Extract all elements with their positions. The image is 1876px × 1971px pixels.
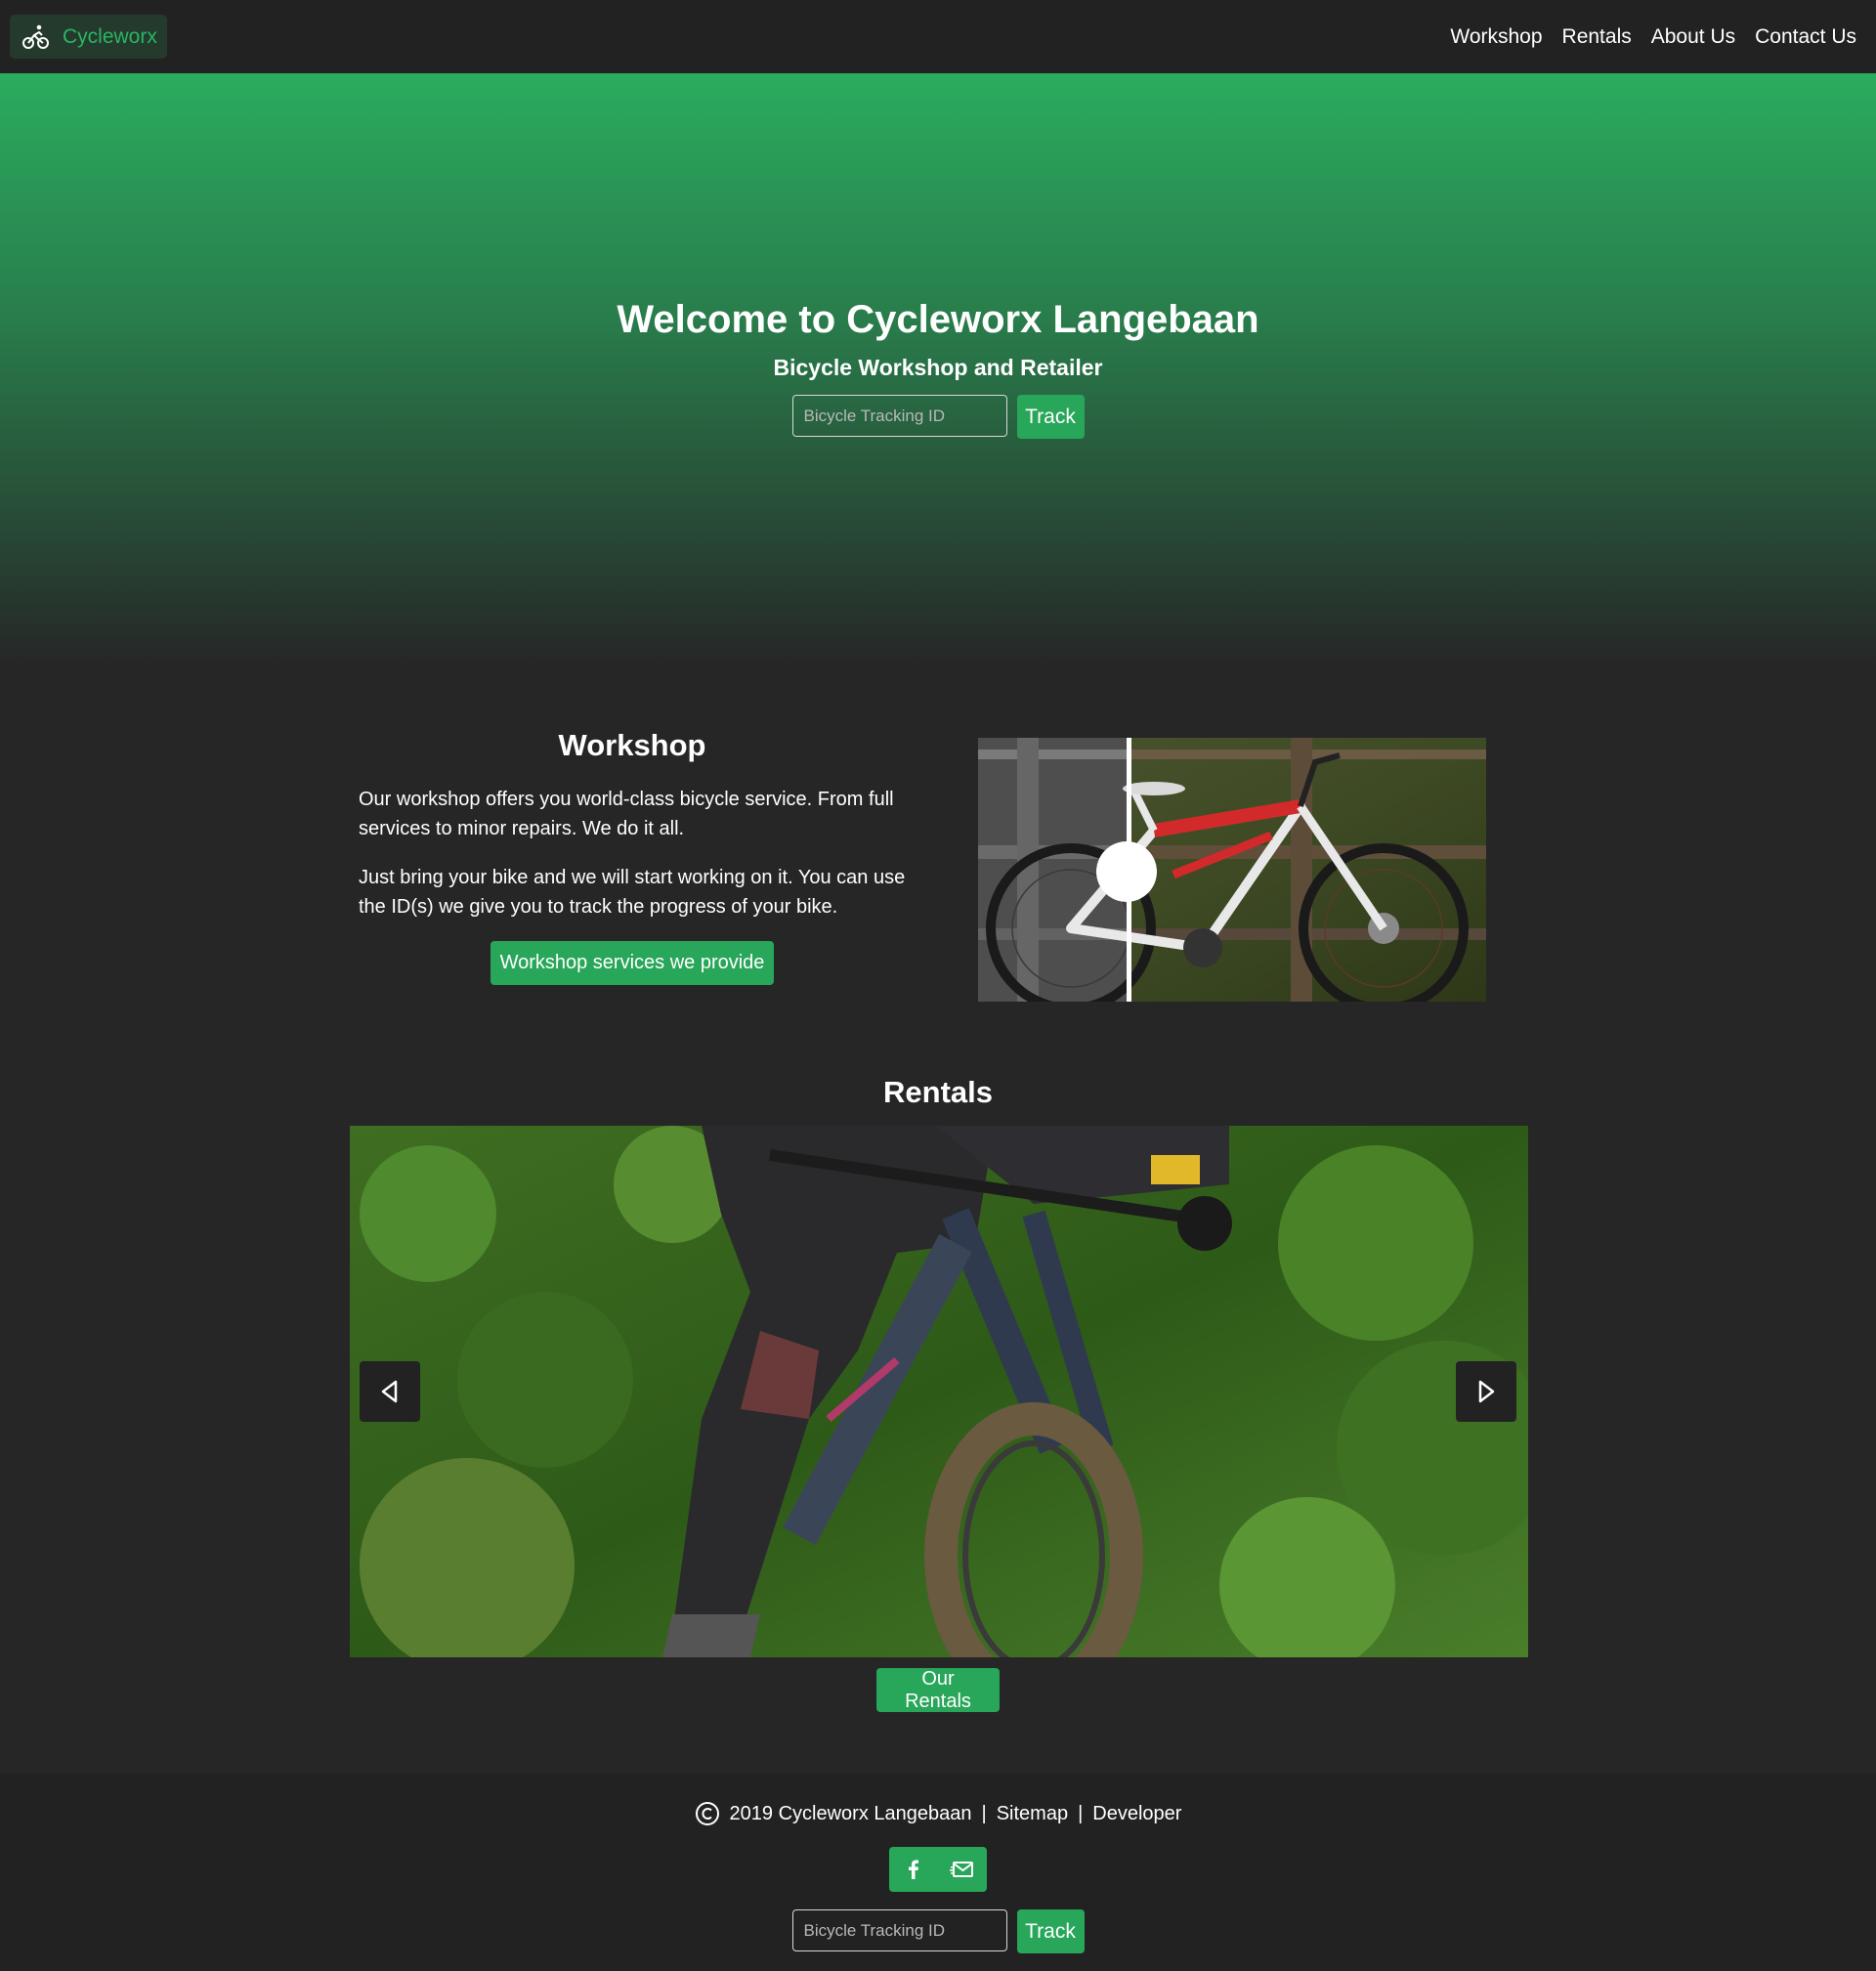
- sitemap-link[interactable]: Sitemap: [997, 1803, 1068, 1825]
- hero-track-button[interactable]: Track: [1016, 395, 1085, 439]
- our-rentals-button[interactable]: Our Rentals: [876, 1668, 1000, 1712]
- footer-tracking-form: Track: [0, 1909, 1876, 1953]
- nav-link-rentals[interactable]: Rentals: [1562, 25, 1632, 49]
- bicycle-photo: [978, 738, 1486, 1002]
- carousel-next-button[interactable]: [1456, 1361, 1516, 1422]
- footer: 2019 Cycleworx Langebaan | Sitemap | Dev…: [0, 1774, 1876, 1971]
- before-after-image-compare[interactable]: [978, 738, 1486, 1002]
- hero-section: Welcome to Cycleworx Langebaan Bicycle W…: [0, 73, 1876, 669]
- workshop-section: Workshop Our workshop offers you world-c…: [359, 728, 906, 985]
- facebook-icon[interactable]: [901, 1857, 926, 1882]
- hero-subtitle: Bicycle Workshop and Retailer: [773, 355, 1103, 380]
- hero-title: Welcome to Cycleworx Langebaan: [617, 298, 1259, 341]
- footer-track-button[interactable]: Track: [1016, 1909, 1085, 1953]
- compare-slider-handle[interactable]: [1096, 841, 1157, 902]
- social-links: [889, 1847, 987, 1892]
- workshop-services-button[interactable]: Workshop services we provide: [490, 941, 775, 985]
- nav-links: Workshop Rentals About Us Contact Us: [1450, 25, 1856, 49]
- footer-separator: |: [981, 1802, 987, 1824]
- workshop-paragraph-2: Just bring your bike and we will start w…: [359, 867, 906, 918]
- bicycle-icon: [22, 24, 49, 49]
- footer-separator: |: [1078, 1802, 1084, 1824]
- brand-link[interactable]: Cycleworx: [10, 15, 167, 59]
- workshop-paragraph-1: Our workshop offers you world-class bicy…: [359, 789, 894, 839]
- chevron-right-icon: [1478, 1380, 1495, 1403]
- nav-link-about-us[interactable]: About Us: [1651, 25, 1735, 49]
- workshop-title: Workshop: [558, 728, 706, 762]
- mountain-bike-rider-photo: [350, 1126, 1528, 1657]
- rentals-title: Rentals: [883, 1075, 993, 1109]
- hero-tracking-input[interactable]: [791, 395, 1007, 437]
- navbar: Cycleworx Workshop Rentals About Us Cont…: [0, 0, 1876, 73]
- carousel-prev-button[interactable]: [360, 1361, 420, 1422]
- nav-link-workshop[interactable]: Workshop: [1450, 25, 1542, 49]
- copyright-text: 2019 Cycleworx Langebaan: [729, 1802, 972, 1824]
- chevron-left-icon: [381, 1380, 398, 1403]
- copyright-icon: [695, 1802, 719, 1825]
- email-icon[interactable]: [950, 1857, 975, 1882]
- footer-info-line: 2019 Cycleworx Langebaan | Sitemap | Dev…: [0, 1801, 1876, 1826]
- brand-name: Cycleworx: [63, 24, 157, 48]
- hero-tracking-form: Track: [0, 395, 1876, 439]
- rentals-carousel: [350, 1126, 1528, 1657]
- nav-link-contact-us[interactable]: Contact Us: [1755, 25, 1856, 49]
- footer-tracking-input[interactable]: [791, 1909, 1007, 1951]
- developer-link[interactable]: Developer: [1092, 1803, 1181, 1825]
